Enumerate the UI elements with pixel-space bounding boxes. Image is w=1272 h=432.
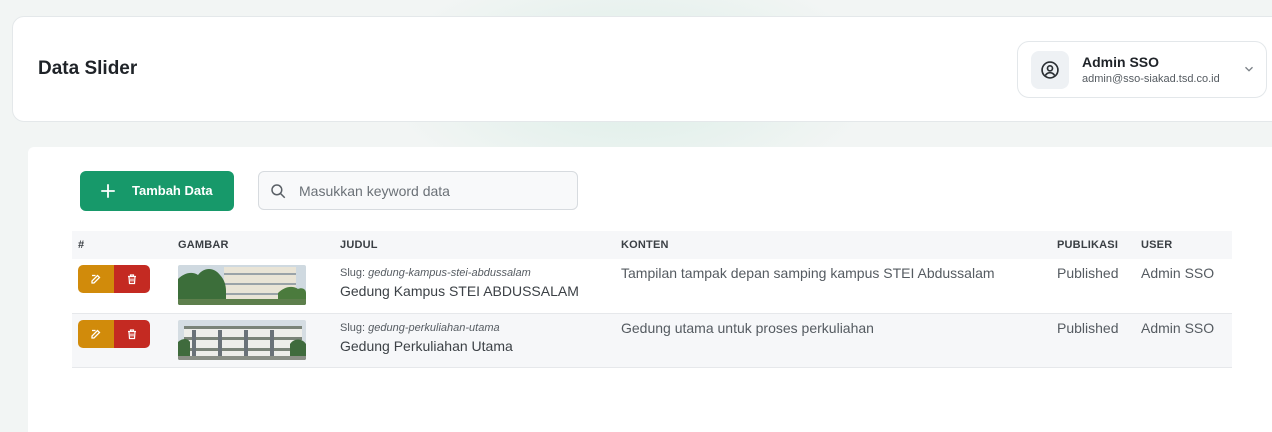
- plus-icon: [101, 184, 115, 198]
- judul-cell: Slug: gedung-kampus-stei-abdussalam Gedu…: [334, 259, 615, 313]
- slug-value: gedung-perkuliahan-utama: [368, 321, 500, 334]
- search-input[interactable]: [299, 180, 569, 202]
- column-header-publikasi: PUBLIKASI: [1057, 239, 1119, 251]
- judul-text: Gedung Kampus STEI ABDUSSALAM: [340, 283, 579, 299]
- column-header-judul: JUDUL: [340, 239, 378, 251]
- column-header-gambar: GAMBAR: [178, 239, 229, 251]
- column-header-konten: KONTEN: [621, 239, 669, 251]
- column-header-user: USER: [1141, 239, 1173, 251]
- edit-icon: [91, 329, 101, 339]
- user-menu[interactable]: Admin SSO admin@sso-siakad.tsd.co.id: [1017, 41, 1267, 98]
- chevron-down-icon[interactable]: [1242, 62, 1256, 76]
- search-icon: [271, 184, 286, 199]
- row-actions: [78, 319, 172, 348]
- add-data-button[interactable]: Tambah Data: [80, 171, 234, 211]
- user-email: admin@sso-siakad.tsd.co.id: [1082, 73, 1220, 85]
- top-header: Data Slider Admin SSO admin@sso-siakad.t…: [12, 16, 1272, 122]
- publikasi-cell: Published: [1057, 319, 1119, 336]
- edit-button[interactable]: [78, 265, 114, 293]
- slider-data-panel: Tambah Data # GAMBAR JUDUL KONTEN PUBLIK…: [28, 147, 1272, 432]
- image-cell: [172, 259, 334, 313]
- search-box[interactable]: [258, 171, 578, 210]
- page-title: Data Slider: [38, 58, 138, 79]
- user-cell: Admin SSO: [1141, 265, 1215, 281]
- image-cell: [172, 313, 334, 367]
- konten-cell: Tampilan tampak depan samping kampus STE…: [621, 265, 995, 281]
- konten-cell: Gedung utama untuk proses perkuliahan: [621, 319, 874, 336]
- judul-text: Gedung Perkuliahan Utama: [340, 337, 513, 354]
- slider-table: # GAMBAR JUDUL KONTEN PUBLIKASI USER Slu…: [72, 231, 1232, 368]
- delete-button[interactable]: [114, 319, 150, 348]
- table-row: Slug: gedung-perkuliahan-utama Gedung Pe…: [72, 313, 1232, 367]
- slider-image-thumbnail[interactable]: [178, 265, 306, 305]
- table-row: Slug: gedung-kampus-stei-abdussalam Gedu…: [72, 259, 1232, 313]
- trash-icon: [128, 328, 136, 339]
- slug-text: Slug: gedung-kampus-stei-abdussalam: [340, 267, 615, 279]
- judul-cell: Slug: gedung-perkuliahan-utama Gedung Pe…: [334, 313, 615, 367]
- column-header-number: #: [78, 239, 85, 251]
- user-avatar: [1031, 51, 1069, 89]
- table-header-row: # GAMBAR JUDUL KONTEN PUBLIKASI USER: [72, 231, 1232, 259]
- delete-button[interactable]: [114, 265, 150, 293]
- slider-image-thumbnail[interactable]: [178, 319, 306, 360]
- row-actions: [78, 265, 172, 293]
- add-data-label: Tambah Data: [132, 183, 213, 198]
- slug-prefix: Slug:: [340, 267, 366, 279]
- slug-value: gedung-kampus-stei-abdussalam: [368, 267, 531, 279]
- edit-icon: [91, 274, 101, 284]
- user-cell: Admin SSO: [1141, 319, 1215, 336]
- slug-text: Slug: gedung-perkuliahan-utama: [340, 322, 615, 334]
- slug-prefix: Slug:: [340, 321, 366, 334]
- row-actions-cell: [72, 313, 172, 367]
- user-name: Admin SSO: [1082, 54, 1160, 70]
- row-actions-cell: [72, 259, 172, 313]
- trash-icon: [128, 274, 136, 285]
- user-circle-icon: [1041, 61, 1059, 79]
- publikasi-cell: Published: [1057, 265, 1119, 281]
- edit-button[interactable]: [78, 319, 114, 348]
